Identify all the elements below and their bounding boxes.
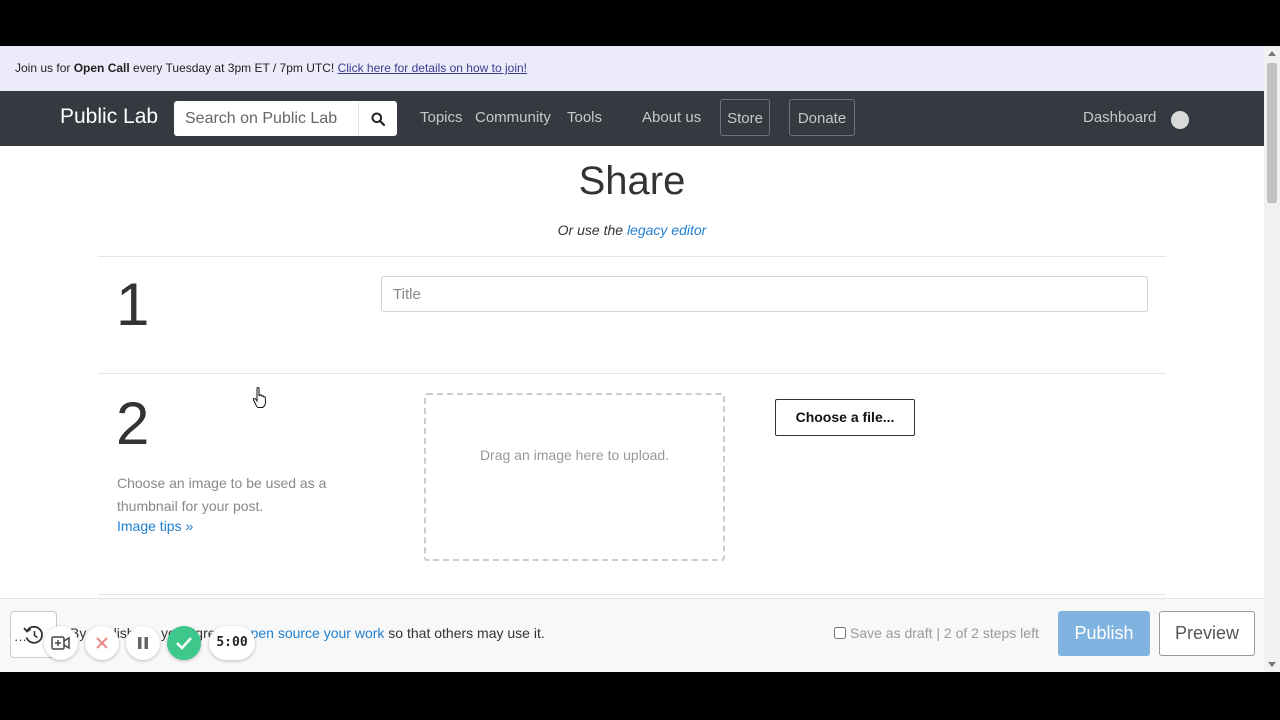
scroll-thumb[interactable] xyxy=(1267,63,1277,203)
legacy-editor-note: Or use the legacy editor xyxy=(557,222,707,238)
legacy-editor-link[interactable]: legacy editor xyxy=(627,222,706,238)
nav-about-us[interactable]: About us xyxy=(642,109,701,126)
draft-status: Save as draft | 2 of 2 steps left xyxy=(850,625,1039,641)
announcement-link[interactable]: Click here for details on how to join! xyxy=(338,61,527,75)
step-number-2: 2 xyxy=(116,390,150,457)
publish-button[interactable]: Publish xyxy=(1058,611,1150,656)
title-input[interactable] xyxy=(381,276,1148,312)
image-dropzone[interactable]: Drag an image here to upload. xyxy=(424,393,725,561)
divider xyxy=(98,373,1166,374)
nav-topics[interactable]: Topics xyxy=(420,109,463,126)
divider xyxy=(98,256,1166,257)
brand-logo[interactable]: Public Lab xyxy=(60,105,158,129)
dropzone-label: Drag an image here to upload. xyxy=(479,447,670,463)
choose-file-button[interactable]: Choose a file... xyxy=(775,399,915,436)
nav-tools[interactable]: Tools xyxy=(567,109,602,126)
navbar: Public Lab Topics Community Tools About … xyxy=(0,91,1264,146)
donate-button[interactable]: Donate xyxy=(789,99,855,136)
search-button[interactable] xyxy=(358,101,397,136)
search-input[interactable] xyxy=(174,101,358,136)
close-icon xyxy=(96,637,108,649)
search-icon xyxy=(371,112,385,126)
cancel-recording-button[interactable] xyxy=(85,626,119,660)
announcement-bar: Join us for Open Call every Tuesday at 3… xyxy=(0,46,1264,91)
nav-community[interactable]: Community xyxy=(475,109,551,126)
image-tips-link[interactable]: Image tips » xyxy=(117,518,193,534)
finish-recording-button[interactable] xyxy=(167,626,201,660)
pause-recording-button[interactable] xyxy=(126,626,160,660)
open-source-link[interactable]: open source your work xyxy=(243,625,385,641)
save-draft-checkbox[interactable] xyxy=(834,627,846,639)
nav-dashboard[interactable]: Dashboard xyxy=(1083,109,1156,126)
save-draft-toggle[interactable]: Save as draft | 2 of 2 steps left xyxy=(834,625,1039,641)
page-scrollbar[interactable] xyxy=(1264,46,1280,672)
camera-toggle-button[interactable] xyxy=(44,626,78,660)
divider xyxy=(98,594,1166,595)
hand-cursor-icon xyxy=(252,387,267,408)
preview-button[interactable]: Preview xyxy=(1159,611,1255,656)
browser-viewport: Join us for Open Call every Tuesday at 3… xyxy=(0,46,1280,672)
store-button[interactable]: Store xyxy=(720,99,770,136)
page-title: Share xyxy=(578,159,686,203)
camera-plus-icon xyxy=(51,636,70,650)
thumbnail-help-text: Choose an image to be used as a thumbnai… xyxy=(117,475,327,514)
more-icon[interactable]: ··· xyxy=(14,632,27,647)
pause-icon xyxy=(138,637,148,649)
announcement-highlight: Open Call xyxy=(73,61,130,75)
recording-timer: 5:00 xyxy=(209,626,255,660)
search-box xyxy=(174,101,397,136)
avatar[interactable] xyxy=(1171,111,1189,129)
scroll-up-arrow-icon[interactable] xyxy=(1268,51,1276,56)
scroll-down-arrow-icon[interactable] xyxy=(1268,662,1276,667)
check-icon xyxy=(176,637,192,650)
step-number-1: 1 xyxy=(116,271,150,338)
